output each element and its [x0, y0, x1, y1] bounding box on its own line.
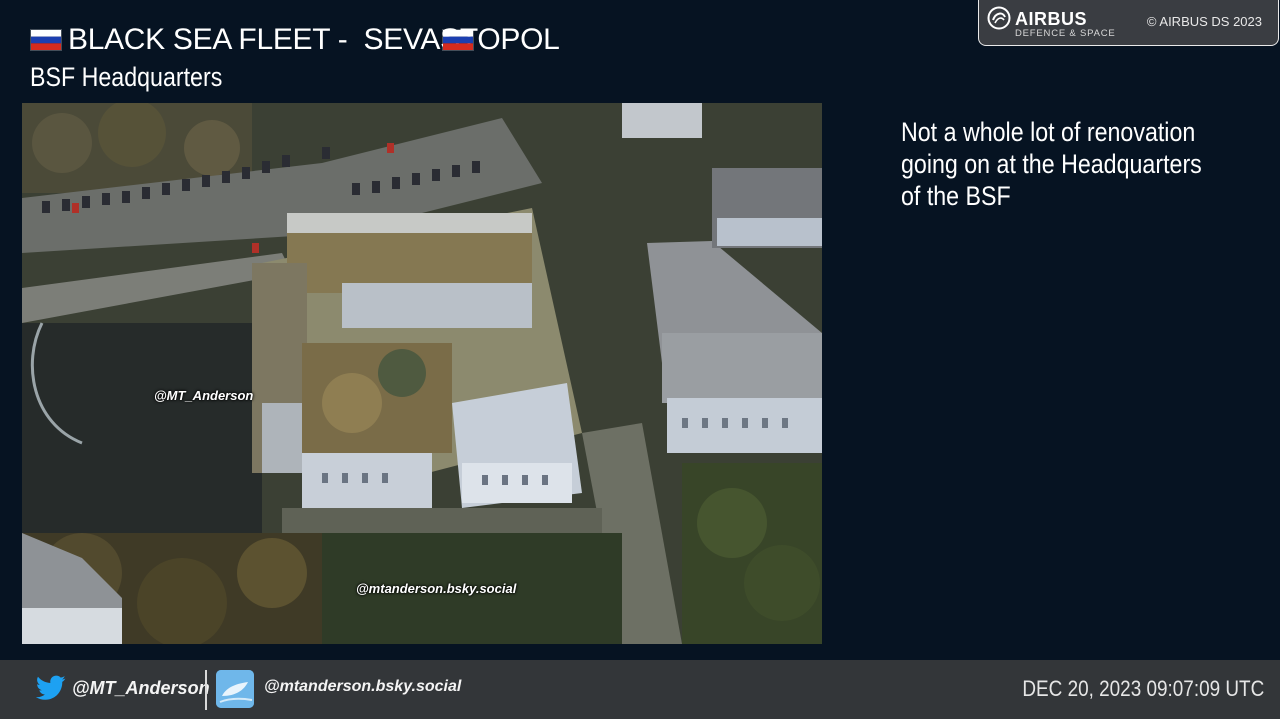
- airbus-copyright-badge: AIRBUS DEFENCE & SPACE © AIRBUS DS 2023: [978, 0, 1279, 46]
- russia-flag-icon: [30, 29, 62, 51]
- satellite-image: @MT_Anderson @mtanderson.bsky.social: [22, 103, 822, 644]
- footer-bsky-handle[interactable]: @mtanderson.bsky.social: [264, 678, 461, 696]
- airbus-copyright: © AIRBUS DS 2023: [1146, 14, 1262, 29]
- airbus-logo-icon: [987, 6, 1011, 30]
- page-subtitle: BSF Headquarters: [30, 62, 223, 92]
- page-title: BLACK SEA FLEET - SEVASTOPOL: [68, 23, 560, 56]
- watermark-bsky-handle: @mtanderson.bsky.social: [356, 581, 517, 596]
- airbus-brand-name: AIRBUS: [1015, 9, 1088, 29]
- annotation-note: Not a whole lot of renovation going on a…: [901, 116, 1202, 212]
- watermark-twitter-handle: @MT_Anderson: [154, 388, 254, 403]
- capture-timestamp: DEC 20, 2023 09:07:09 UTC: [1022, 676, 1264, 701]
- twitter-bird-icon[interactable]: [36, 675, 66, 701]
- footer-twitter-handle[interactable]: @MT_Anderson: [72, 678, 210, 699]
- russia-flag-icon: [442, 29, 474, 51]
- footer-divider: [205, 670, 207, 710]
- airbus-division: DEFENCE & SPACE: [1015, 28, 1116, 39]
- bluesky-icon[interactable]: [216, 670, 254, 708]
- annotation-note-text: Not a whole lot of renovation going on a…: [901, 117, 1202, 211]
- header-title-row: BLACK SEA FLEET - SEVASTOPOL: [30, 22, 560, 58]
